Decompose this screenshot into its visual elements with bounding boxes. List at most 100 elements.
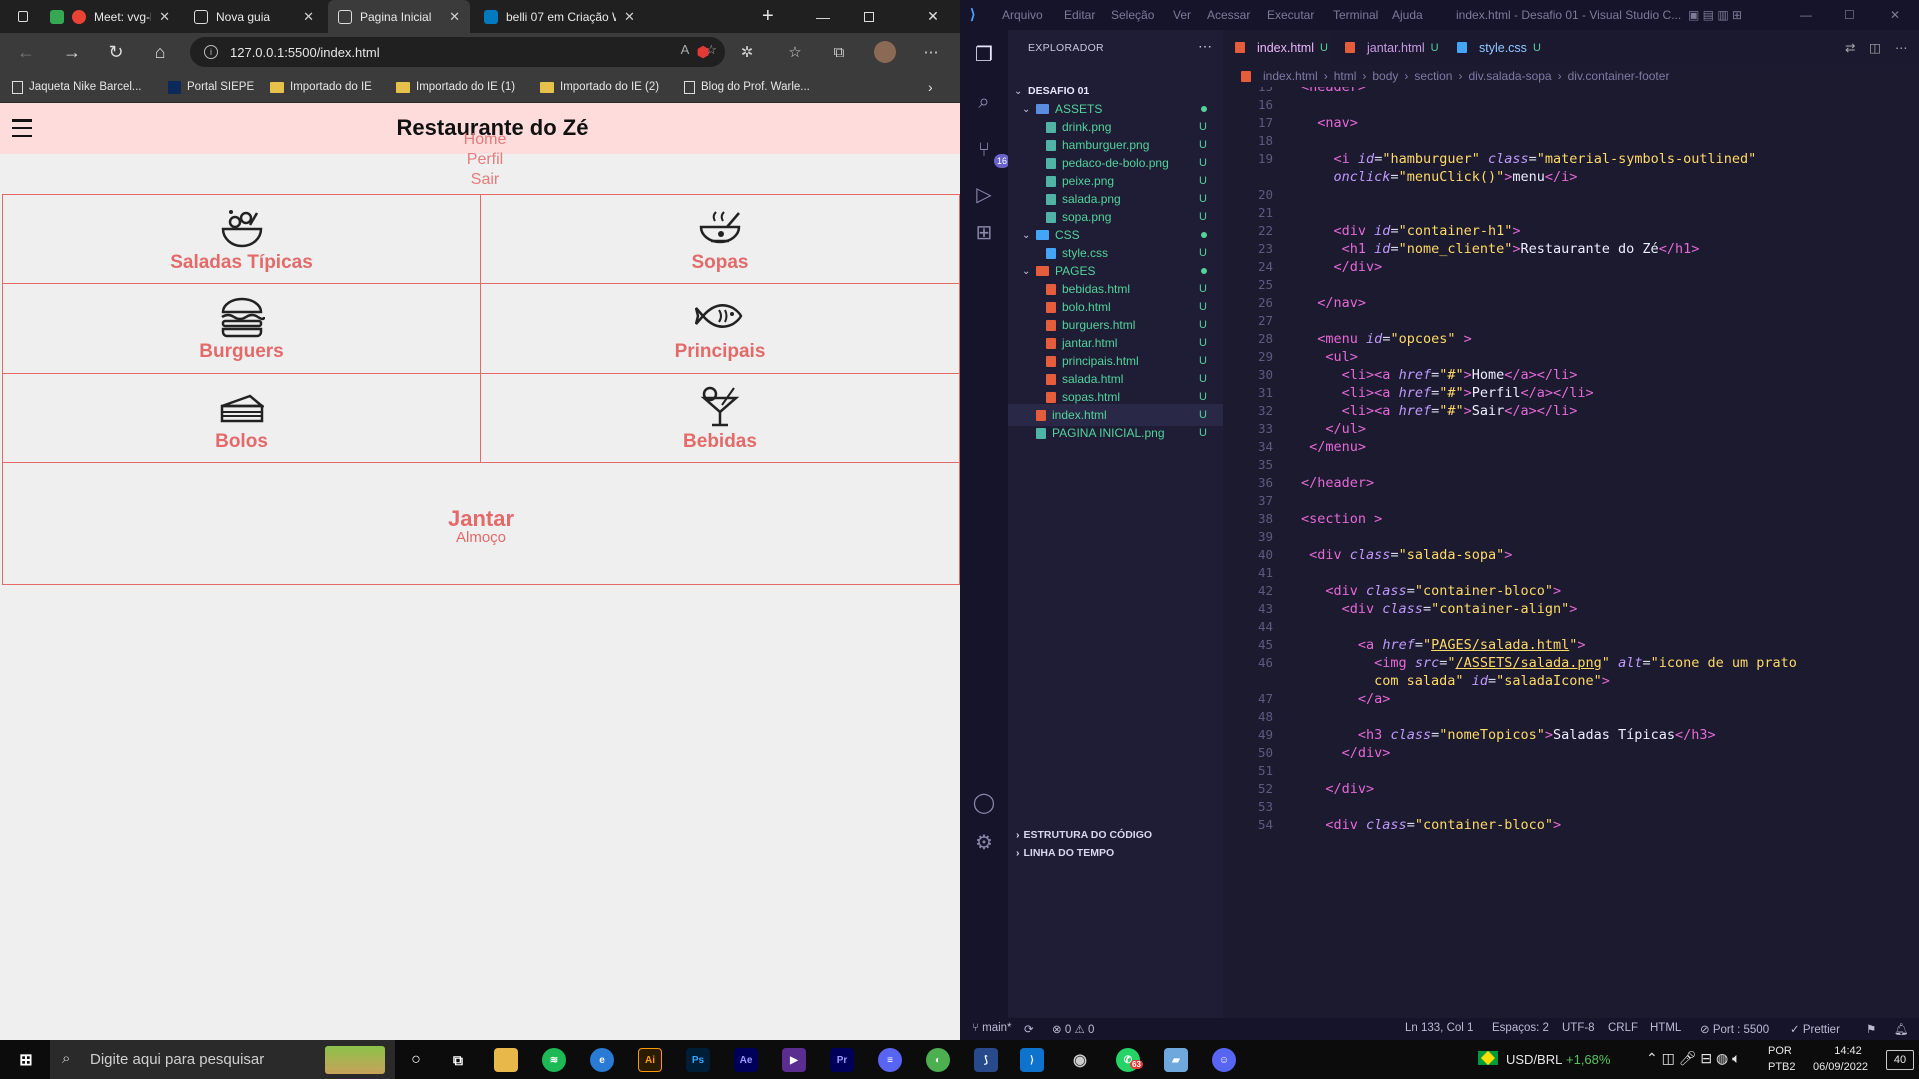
menu-ver[interactable]: Ver: [1173, 8, 1191, 22]
more-actions-icon[interactable]: ⋯: [1883, 30, 1919, 65]
tab-actions-button[interactable]: [8, 0, 38, 33]
editor-tab-jantar[interactable]: jantar.html U: [1333, 30, 1443, 65]
forward-button[interactable]: →: [58, 39, 86, 65]
breadcrumb-item[interactable]: div.salada-sopa: [1468, 69, 1551, 83]
prettier-status[interactable]: ✓ Prettier: [1790, 1022, 1840, 1036]
bookmark-folder[interactable]: Importado do IE (1): [396, 78, 515, 96]
search-icon[interactable]: ⌕: [972, 90, 996, 114]
maximize-button[interactable]: [846, 0, 892, 33]
close-tab-icon[interactable]: ✕: [303, 9, 314, 25]
app-icon[interactable]: ▰: [1164, 1048, 1188, 1072]
menu-ajuda[interactable]: Ajuda: [1392, 8, 1423, 22]
cursor-position[interactable]: Ln 133, Col 1: [1405, 1022, 1473, 1034]
maximize-icon[interactable]: ☐: [1844, 8, 1855, 22]
obs-icon[interactable]: ◉: [1068, 1048, 1092, 1072]
close-tab-icon[interactable]: ✕: [624, 9, 635, 25]
edge-icon[interactable]: e: [590, 1048, 614, 1072]
close-tab-icon[interactable]: ✕: [159, 9, 170, 25]
menu-acessar[interactable]: Acessar: [1207, 8, 1250, 22]
browser-tab-new[interactable]: Nova guia ✕: [184, 0, 324, 33]
extensions-icon[interactable]: ⊞: [972, 220, 996, 244]
close-tab-icon[interactable]: ✕: [449, 9, 460, 25]
close-window-button[interactable]: ✕: [910, 0, 956, 33]
breadcrumb-item[interactable]: index.html: [1263, 69, 1318, 83]
close-icon[interactable]: ✕: [1890, 8, 1900, 22]
editor-tab-index[interactable]: index.html U: [1223, 30, 1331, 65]
menu-link-home[interactable]: Home: [0, 131, 960, 149]
bookmark-folder[interactable]: Importado do IE: [270, 78, 372, 96]
after-effects-icon[interactable]: Ae: [734, 1048, 758, 1072]
timeline-section[interactable]: › LINHA DO TEMPO: [1008, 843, 1223, 863]
menu-editar[interactable]: Editar: [1064, 8, 1095, 22]
sync-icon[interactable]: ⟳: [1024, 1022, 1034, 1036]
spotify-icon[interactable]: ≋: [542, 1048, 566, 1072]
tray-icons[interactable]: ⌃ ◫ 🎤︎ ⊟ ◍ 🔈︎: [1646, 1050, 1741, 1067]
browser-tab-trello[interactable]: belli 07 em Criação W ✕: [474, 0, 744, 33]
card-principais[interactable]: Principais: [480, 283, 960, 374]
menu-link-sair[interactable]: Sair: [0, 171, 960, 189]
notification-center[interactable]: 40: [1886, 1050, 1914, 1070]
breadcrumb-item[interactable]: body: [1372, 69, 1398, 83]
explorer-icon[interactable]: ❐: [972, 42, 996, 66]
card-jantar[interactable]: Jantar Almoço: [2, 462, 960, 585]
premiere-icon[interactable]: Pr: [830, 1048, 854, 1072]
whatsapp-icon[interactable]: ✆ 63: [1116, 1048, 1143, 1072]
line-ending[interactable]: CRLF: [1608, 1022, 1638, 1034]
indentation[interactable]: Espaços: 2: [1492, 1022, 1549, 1034]
menu-selecao[interactable]: Seleção: [1111, 8, 1154, 22]
bookmark-item[interactable]: Portal SIEPE: [168, 78, 254, 96]
feedback-icon[interactable]: ⚑: [1866, 1022, 1876, 1036]
breadcrumb-item[interactable]: div.container-footer: [1568, 69, 1670, 83]
more-actions-icon[interactable]: ⋯: [1198, 38, 1212, 55]
vscode-taskbar-icon[interactable]: ⟩: [1020, 1048, 1044, 1072]
menu-link-perfil[interactable]: Perfil: [0, 151, 960, 169]
menu-terminal[interactable]: Terminal: [1333, 8, 1378, 22]
card-bolos[interactable]: Bolos: [2, 373, 481, 463]
bookmark-item[interactable]: Blog do Prof. Warle...: [684, 78, 810, 96]
notifications-bell-icon[interactable]: 🔔︎: [1894, 1022, 1909, 1036]
browser-tab-pagina-inicial[interactable]: Pagina Inicial ✕: [328, 0, 470, 33]
minimize-icon[interactable]: —: [1800, 8, 1812, 22]
home-button[interactable]: ⌂: [146, 39, 174, 65]
profile-avatar[interactable]: [874, 41, 896, 63]
problems-indicator[interactable]: ⊗ 0 ⚠ 0: [1052, 1022, 1094, 1036]
bookmark-folder[interactable]: Importado do IE (2): [540, 78, 659, 96]
card-sopas[interactable]: Sopas: [480, 194, 960, 284]
task-view-icon[interactable]: ⧉: [446, 1048, 470, 1072]
taskbar-search-box[interactable]: ⌕ Digite aqui para pesquisar: [50, 1040, 395, 1079]
cortana-icon[interactable]: ○: [404, 1048, 428, 1072]
extensions-icon[interactable]: ✲: [736, 41, 758, 63]
settings-gear-icon[interactable]: ⚙: [972, 830, 996, 854]
card-saladas[interactable]: Saladas Típicas: [2, 194, 481, 284]
app-icon[interactable]: ⟆: [974, 1048, 998, 1072]
browser-tab-meet[interactable]: Meet: vvg-hajq ✕: [40, 0, 180, 33]
card-bebidas[interactable]: Bebidas: [480, 373, 960, 463]
run-debug-icon[interactable]: ▷: [972, 182, 996, 206]
url-field[interactable]: i 127.0.0.1:5500/index.html A ☆: [190, 37, 725, 67]
code-editor[interactable]: 15 16 17 18 19 20 21 22 23 24 25 26 27 28 29 30 31 32 33 34…: [1223, 87, 1919, 1017]
visual-studio-icon[interactable]: ▶: [782, 1048, 806, 1072]
editor-tab-style[interactable]: style.css U: [1445, 30, 1551, 65]
breadcrumb-item[interactable]: html: [1334, 69, 1357, 83]
app-icon[interactable]: ≡: [878, 1048, 902, 1072]
account-icon[interactable]: ◯: [972, 790, 996, 814]
encoding[interactable]: UTF-8: [1562, 1022, 1595, 1034]
photoshop-icon[interactable]: Ps: [686, 1048, 710, 1072]
outline-section[interactable]: › ESTRUTURA DO CÓDIGO: [1008, 825, 1223, 845]
read-aloud-icon[interactable]: A: [681, 42, 690, 58]
windows-start-icon[interactable]: ⊞: [14, 1048, 38, 1072]
illustrator-icon[interactable]: Ai: [638, 1048, 662, 1072]
language-mode[interactable]: HTML: [1650, 1022, 1681, 1034]
branch-indicator[interactable]: ⑂ main*: [972, 1022, 1012, 1034]
bookmark-item[interactable]: Jaqueta Nike Barcel...: [12, 78, 142, 96]
card-burguers[interactable]: Burguers: [2, 283, 481, 374]
favorites-icon[interactable]: ☆: [784, 41, 806, 63]
input-language[interactable]: POR: [1768, 1045, 1792, 1057]
discord-icon[interactable]: ☺: [1212, 1048, 1236, 1072]
live-server-port[interactable]: ⊘ Port : 5500: [1700, 1022, 1769, 1036]
menu-arquivo[interactable]: Arquivo: [1002, 8, 1043, 22]
adblock-extension-icon[interactable]: ⬢: [692, 41, 714, 63]
info-icon[interactable]: i: [204, 45, 218, 59]
bookmarks-overflow-button[interactable]: ›: [928, 78, 933, 96]
keyboard-layout[interactable]: PTB2: [1768, 1061, 1796, 1073]
